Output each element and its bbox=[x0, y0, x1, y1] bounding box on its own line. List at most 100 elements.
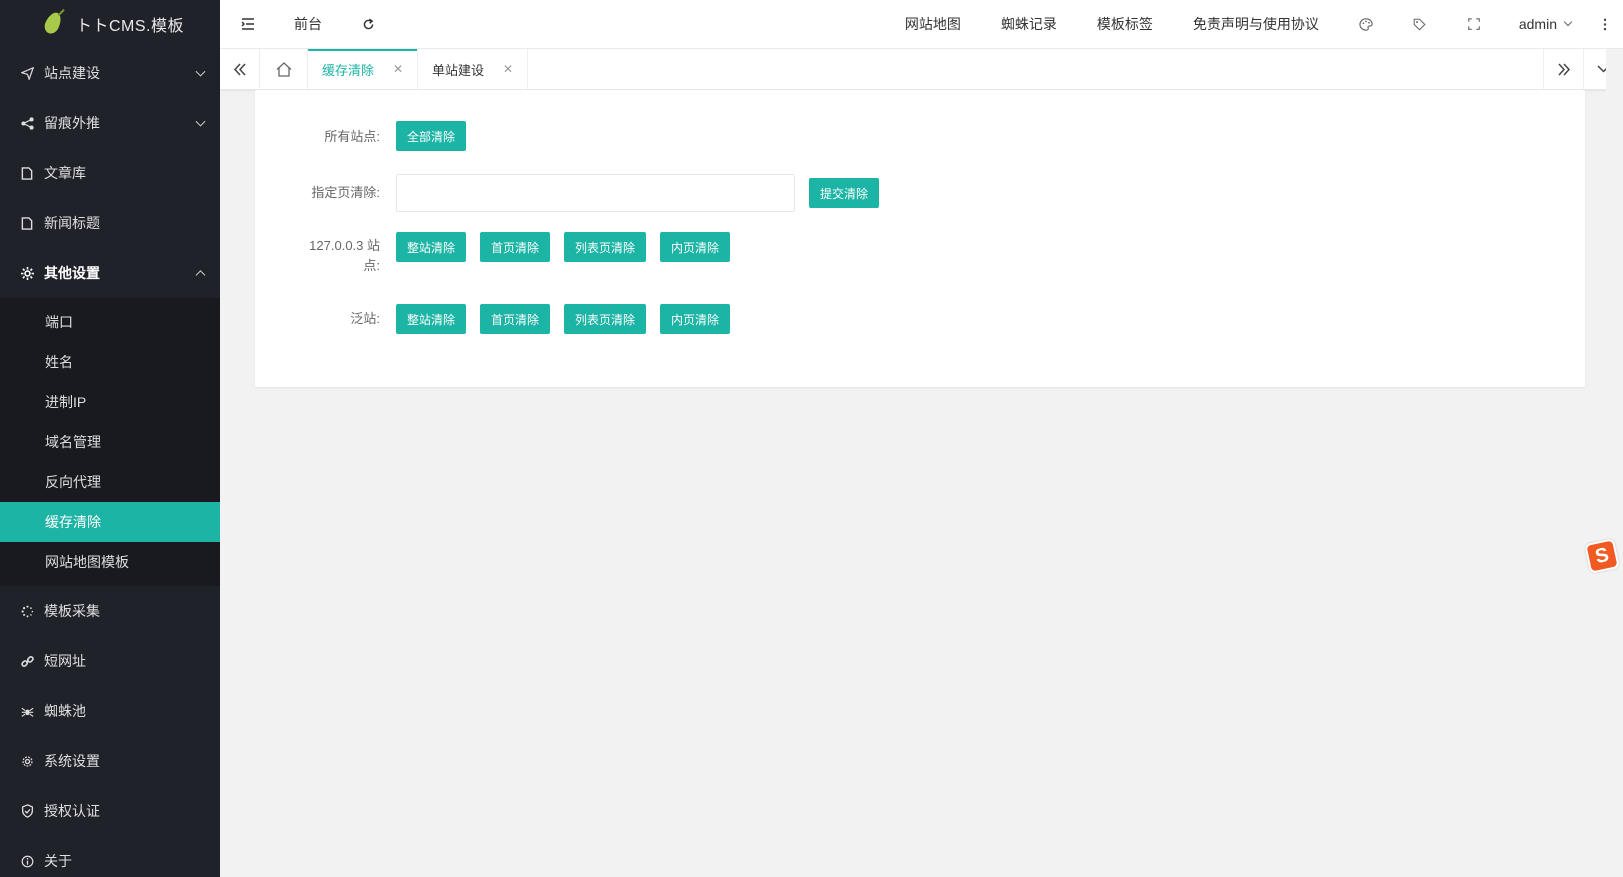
site-list-clear-button[interactable]: 列表页清除 bbox=[564, 232, 647, 262]
row-pan-clear: 泛站: 整站清除 首页清除 列表页清除 内页清除 bbox=[255, 304, 744, 334]
fullscreen-button[interactable] bbox=[1447, 0, 1501, 48]
share-icon bbox=[20, 116, 34, 130]
top-header: 前台 网站地图 蜘蛛记录 模板标签 免责声明与使用协议 admin bbox=[220, 0, 1623, 49]
sidebar-item-spider-pool[interactable]: 蜘蛛池 bbox=[0, 686, 220, 736]
link-icon bbox=[20, 654, 34, 668]
sidebar-subitem-name[interactable]: 姓名 bbox=[0, 342, 220, 382]
home-icon bbox=[276, 61, 291, 77]
tab-home[interactable] bbox=[260, 49, 308, 89]
pan-label: 泛站: bbox=[350, 311, 380, 326]
page-url-input[interactable] bbox=[396, 174, 795, 212]
sidebar-item-trace-push[interactable]: 留痕外推 bbox=[0, 98, 220, 148]
sidebar-item-label: 文章库 bbox=[44, 165, 86, 181]
indent-icon bbox=[241, 18, 254, 30]
chevron-down-icon bbox=[195, 116, 206, 127]
more-button[interactable] bbox=[1587, 0, 1623, 48]
sidebar-item-site-build[interactable]: 站点建设 bbox=[0, 48, 220, 98]
info-icon bbox=[20, 854, 34, 868]
sidebar-item-label: 蜘蛛池 bbox=[44, 703, 86, 719]
sidebar-subitem-reverse-proxy[interactable]: 反向代理 bbox=[0, 462, 220, 502]
header-link-disclaimer[interactable]: 免责声明与使用协议 bbox=[1173, 0, 1339, 48]
sidebar-subitem-sitemap-template[interactable]: 网站地图模板 bbox=[0, 542, 220, 582]
tabs-scroll-left-button[interactable] bbox=[220, 49, 260, 89]
sidebar-item-label: 其他设置 bbox=[44, 265, 100, 281]
close-icon[interactable]: ✕ bbox=[375, 62, 403, 76]
logo-text: トトCMS.模板 bbox=[76, 18, 185, 35]
chevron-up-icon bbox=[195, 270, 206, 281]
header-link-sitemap[interactable]: 网站地图 bbox=[885, 0, 981, 48]
refresh-icon bbox=[363, 18, 373, 29]
sidebar-item-template-collect[interactable]: 模板采集 bbox=[0, 586, 220, 636]
sidebar-item-system-settings[interactable]: 系统设置 bbox=[0, 736, 220, 786]
fullscreen-icon bbox=[1468, 18, 1480, 30]
pan-home-clear-button[interactable]: 首页清除 bbox=[480, 304, 551, 334]
vertical-scrollbar[interactable] bbox=[1606, 49, 1623, 877]
file-icon bbox=[20, 166, 34, 180]
row-all-sites: 所有站点: 全部清除 bbox=[255, 121, 480, 151]
sidebar-item-label: 模板采集 bbox=[44, 603, 100, 619]
tab-cache-clear[interactable]: 缓存清除 ✕ bbox=[308, 49, 418, 89]
sidebar-subitem-cache-clear[interactable]: 缓存清除 bbox=[0, 502, 220, 542]
leaf-logo-icon bbox=[42, 10, 64, 36]
chevron-down-icon bbox=[1563, 17, 1573, 27]
sidebar: トトCMS.模板 站点建设 留痕外推 文章库 新闻标题 其他设置 端口 姓名 进… bbox=[0, 0, 220, 877]
spinner-icon bbox=[20, 604, 34, 618]
settings-icon bbox=[20, 754, 34, 768]
chevrons-left-icon bbox=[233, 62, 246, 76]
sidebar-subitem-domain-manage[interactable]: 域名管理 bbox=[0, 422, 220, 462]
site-inner-clear-button[interactable]: 内页清除 bbox=[660, 232, 731, 262]
submit-clear-button[interactable]: 提交清除 bbox=[809, 178, 880, 208]
sidebar-item-other-settings[interactable]: 其他设置 bbox=[0, 248, 220, 298]
header-link-template-tags[interactable]: 模板标签 bbox=[1077, 0, 1173, 48]
sidebar-item-short-url[interactable]: 短网址 bbox=[0, 636, 220, 686]
pan-whole-clear-button[interactable]: 整站清除 bbox=[396, 304, 467, 334]
sogou-ime-icon[interactable]: S bbox=[1584, 538, 1620, 574]
page-tabs-bar: 缓存清除 ✕ 单站建设 ✕ bbox=[220, 49, 1623, 90]
file-icon bbox=[20, 216, 34, 230]
sidebar-item-about[interactable]: 关于 bbox=[0, 836, 220, 877]
tab-label: 缓存清除 bbox=[322, 62, 375, 78]
header-link-spider-log[interactable]: 蜘蛛记录 bbox=[981, 0, 1077, 48]
spider-icon bbox=[20, 704, 34, 718]
pan-list-clear-button[interactable]: 列表页清除 bbox=[564, 304, 647, 334]
sidebar-item-label: 站点建设 bbox=[44, 65, 100, 81]
gear-icon bbox=[20, 266, 34, 280]
sidebar-item-label: 系统设置 bbox=[44, 753, 100, 769]
shield-check-icon bbox=[20, 804, 34, 818]
refresh-button[interactable] bbox=[340, 0, 396, 48]
sidebar-subitem-base-ip[interactable]: 进制IP bbox=[0, 382, 220, 422]
menu-toggle-button[interactable] bbox=[220, 0, 276, 48]
clear-all-button[interactable]: 全部清除 bbox=[396, 121, 467, 151]
close-icon[interactable]: ✕ bbox=[485, 62, 513, 76]
cache-clear-card: 所有站点: 全部清除 指定页清除: 提交清除 127.0.0.3 站点: 整站清… bbox=[255, 90, 1585, 387]
tab-label: 单站建设 bbox=[432, 62, 485, 78]
row-page-clear: 指定页清除: 提交清除 bbox=[255, 174, 893, 212]
sidebar-item-label: 授权认证 bbox=[44, 803, 100, 819]
tag-icon bbox=[1414, 18, 1426, 31]
chevrons-right-icon bbox=[1557, 62, 1570, 76]
sidebar-subnav: 端口 姓名 进制IP 域名管理 反向代理 缓存清除 网站地图模板 bbox=[0, 298, 220, 586]
tab-single-site-build[interactable]: 单站建设 ✕ bbox=[418, 49, 528, 89]
site-whole-clear-button[interactable]: 整站清除 bbox=[396, 232, 467, 262]
sidebar-item-label: 短网址 bbox=[44, 653, 86, 669]
sidebar-item-license-auth[interactable]: 授权认证 bbox=[0, 786, 220, 836]
tag-button[interactable] bbox=[1393, 0, 1447, 48]
app-logo[interactable]: トトCMS.模板 bbox=[0, 0, 220, 48]
sidebar-subitem-port[interactable]: 端口 bbox=[0, 302, 220, 342]
page-clear-label: 指定页清除: bbox=[311, 185, 380, 200]
front-link[interactable]: 前台 bbox=[276, 0, 340, 48]
all-sites-label: 所有站点: bbox=[324, 129, 380, 144]
sidebar-item-label: 关于 bbox=[44, 853, 72, 869]
row-site-clear: 127.0.0.3 站点: 整站清除 首页清除 列表页清除 内页清除 bbox=[255, 232, 744, 276]
theme-button[interactable] bbox=[1339, 0, 1393, 48]
pan-inner-clear-button[interactable]: 内页清除 bbox=[660, 304, 731, 334]
sidebar-item-news-title[interactable]: 新闻标题 bbox=[0, 198, 220, 248]
site-home-clear-button[interactable]: 首页清除 bbox=[480, 232, 551, 262]
paper-plane-icon bbox=[20, 66, 34, 80]
tabs-scroll-right-button[interactable] bbox=[1543, 49, 1583, 89]
sidebar-item-label: 新闻标题 bbox=[44, 215, 100, 231]
sidebar-item-label: 留痕外推 bbox=[44, 115, 100, 131]
sidebar-item-article-lib[interactable]: 文章库 bbox=[0, 148, 220, 198]
username: admin bbox=[1518, 16, 1557, 32]
user-menu[interactable]: admin bbox=[1501, 0, 1587, 48]
